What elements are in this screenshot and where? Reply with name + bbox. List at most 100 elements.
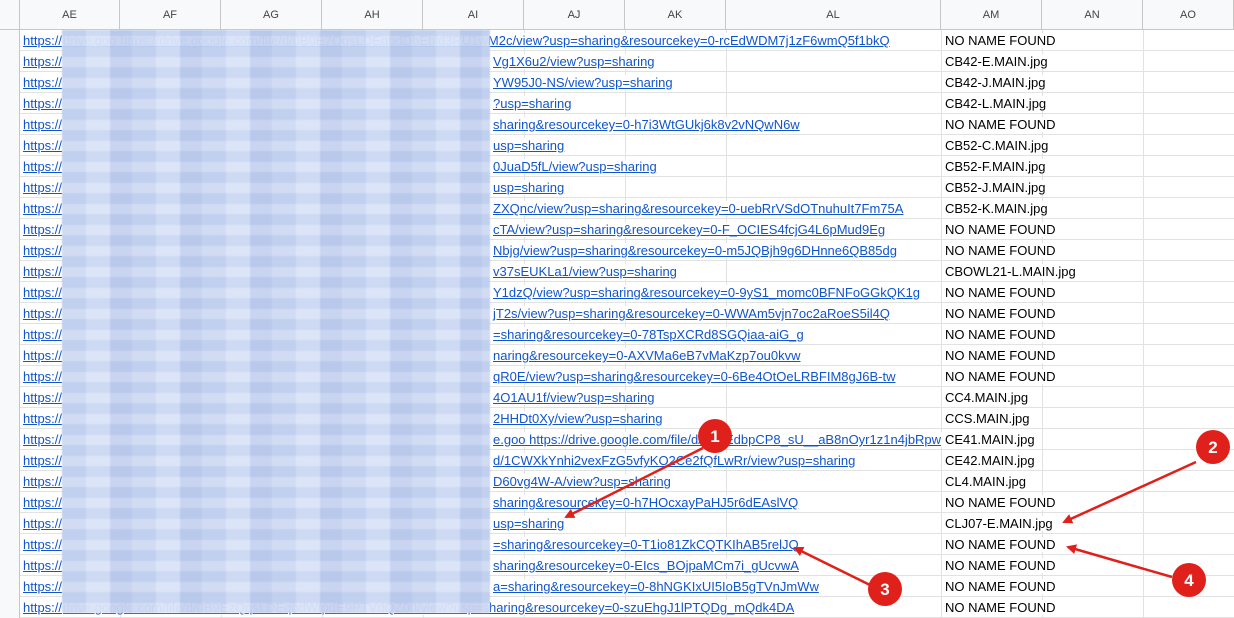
row-number-cell[interactable] — [0, 345, 20, 366]
column-header-ae[interactable]: AE — [20, 0, 120, 30]
row-number-cell[interactable] — [0, 324, 20, 345]
file-name-cell[interactable]: CB52-J.MAIN.jpg — [945, 180, 1050, 195]
drive-link-cell[interactable]: https:// — [23, 117, 62, 132]
column-header-aj[interactable]: AJ — [524, 0, 625, 30]
file-name-cell[interactable]: NO NAME FOUND — [945, 33, 1060, 48]
row-number-cell[interactable] — [0, 366, 20, 387]
drive-link-text[interactable]: Vg1X6u2/view?usp=sharing — [493, 54, 657, 69]
row-number-cell[interactable] — [0, 471, 20, 492]
row-number-cell[interactable] — [0, 135, 20, 156]
drive-link-cell[interactable]: https:// — [23, 54, 62, 69]
drive-link-text[interactable]: Nbjg/view?usp=sharing&resourcekey=0-m5JQ… — [493, 243, 899, 258]
drive-link-text[interactable]: 4O1AU1f/view?usp=sharing — [493, 390, 657, 405]
file-name-cell[interactable]: CLJ07-E.MAIN.jpg — [945, 516, 1057, 531]
drive-link-cell[interactable]: https:// — [23, 558, 62, 573]
drive-link-cell[interactable]: https:// — [23, 138, 62, 153]
file-name-cell[interactable]: CE42.MAIN.jpg — [945, 453, 1039, 468]
file-name-cell[interactable]: CL4.MAIN.jpg — [945, 474, 1030, 489]
drive-link-text[interactable]: e.goo https://drive.google.com/file/d/0B… — [493, 432, 944, 447]
drive-link-text[interactable]: YW95J0-NS/view?usp=sharing — [493, 75, 675, 90]
drive-link-text[interactable]: 0JuaD5fL/view?usp=sharing — [493, 159, 659, 174]
row-number-cell[interactable] — [0, 93, 20, 114]
column-header-ag[interactable]: AG — [221, 0, 322, 30]
row-number-cell[interactable] — [0, 240, 20, 261]
row-number-cell[interactable] — [0, 51, 20, 72]
row-number-cell[interactable] — [0, 555, 20, 576]
drive-link-cell[interactable]: https:// — [23, 285, 62, 300]
drive-link-cell[interactable]: https:// — [23, 327, 62, 342]
drive-link-cell[interactable]: https:// — [23, 348, 62, 363]
drive-link-cell[interactable]: https:// — [23, 537, 62, 552]
drive-link-cell[interactable]: https:// — [23, 222, 62, 237]
drive-link-cell[interactable]: https:// — [23, 33, 62, 48]
row-number-cell[interactable] — [0, 408, 20, 429]
column-header-af[interactable]: AF — [120, 0, 221, 30]
file-name-cell[interactable]: CB52-K.MAIN.jpg — [945, 201, 1052, 216]
drive-link-cell[interactable]: https:// — [23, 96, 62, 111]
file-name-cell[interactable]: CB52-F.MAIN.jpg — [945, 159, 1050, 174]
drive-link-cell[interactable]: https:// — [23, 432, 62, 447]
drive-link-text[interactable]: 2HHDt0Xy/view?usp=sharing — [493, 411, 665, 426]
file-name-cell[interactable]: NO NAME FOUND — [945, 285, 1060, 300]
row-number-cell[interactable] — [0, 387, 20, 408]
row-number-cell[interactable] — [0, 597, 20, 618]
drive-link-text[interactable]: v37sEUKLa1/view?usp=sharing — [493, 264, 679, 279]
file-name-cell[interactable]: NO NAME FOUND — [945, 537, 1060, 552]
file-name-cell[interactable]: CE41.MAIN.jpg — [945, 432, 1039, 447]
drive-link-cell[interactable]: https:// — [23, 264, 62, 279]
row-number-cell[interactable] — [0, 114, 20, 135]
file-name-cell[interactable]: NO NAME FOUND — [945, 306, 1060, 321]
row-number-cell[interactable] — [0, 303, 20, 324]
row-number-cell[interactable] — [0, 492, 20, 513]
drive-link-text[interactable]: cTA/view?usp=sharing&resourcekey=0-F_OCI… — [493, 222, 888, 237]
drive-link-cell[interactable]: https:// — [23, 579, 62, 594]
file-name-cell[interactable]: CB42-J.MAIN.jpg — [945, 75, 1050, 90]
file-name-cell[interactable]: CC4.MAIN.jpg — [945, 390, 1033, 405]
row-number-cell[interactable] — [0, 261, 20, 282]
drive-link-text[interactable]: usp=sharing — [493, 516, 567, 531]
file-name-cell[interactable]: CCS.MAIN.jpg — [945, 411, 1034, 426]
drive-link-text[interactable]: sharing&resourcekey=0-h7HOcxayPaHJ5r6dEA… — [493, 495, 801, 510]
drive-link-cell[interactable]: https:// — [23, 516, 62, 531]
drive-link-cell[interactable]: https:// — [23, 159, 62, 174]
row-number-cell[interactable] — [0, 513, 20, 534]
drive-link-cell[interactable]: https:// — [23, 495, 62, 510]
column-header-ai[interactable]: AI — [423, 0, 524, 30]
row-number-cell[interactable] — [0, 30, 20, 51]
row-number-cell[interactable] — [0, 282, 20, 303]
file-name-cell[interactable]: NO NAME FOUND — [945, 348, 1060, 363]
drive-link-text[interactable]: qR0E/view?usp=sharing&resourcekey=0-6Be4… — [493, 369, 898, 384]
drive-link-text[interactable]: D60vg4W-A/view?usp=sharing — [493, 474, 673, 489]
drive-link-cell[interactable]: https:// — [23, 180, 62, 195]
drive-link-text[interactable]: d/1CWXkYnhi2vexFzG5vfyKO2Ce2fQfLwRr/view… — [493, 453, 858, 468]
drive-link-cell[interactable]: https:// — [23, 243, 62, 258]
drive-link-text[interactable]: jT2s/view?usp=sharing&resourcekey=0-WWAm… — [493, 306, 892, 321]
file-name-cell[interactable]: NO NAME FOUND — [945, 117, 1060, 132]
row-number-cell[interactable] — [0, 576, 20, 597]
column-header-ao[interactable]: AO — [1143, 0, 1234, 30]
drive-link-text[interactable]: naring&resourcekey=0-AXVMa6eB7vMaKzp7ou0… — [493, 348, 803, 363]
drive-link-cell[interactable]: https:// — [23, 369, 62, 384]
drive-link-cell[interactable]: https:// — [23, 411, 62, 426]
drive-link-cell[interactable]: https:// — [23, 390, 62, 405]
row-number-cell[interactable] — [0, 177, 20, 198]
select-all-corner[interactable] — [0, 0, 20, 30]
row-number-cell[interactable] — [0, 198, 20, 219]
file-name-cell[interactable]: NO NAME FOUND — [945, 495, 1060, 510]
drive-link-text[interactable]: ZXQnc/view?usp=sharing&resourcekey=0-ueb… — [493, 201, 906, 216]
drive-link-text[interactable]: =sharing&resourcekey=0-T1io81ZkCQTKIhAB5… — [493, 537, 801, 552]
row-number-cell[interactable] — [0, 156, 20, 177]
drive-link-text[interactable]: sharing&resourcekey=0-h7i3WtGUkj6k8v2vNQ… — [493, 117, 802, 132]
drive-link-text[interactable]: usp=sharing — [493, 180, 567, 195]
file-name-cell[interactable]: CB42-E.MAIN.jpg — [945, 54, 1052, 69]
drive-link-text[interactable]: usp=sharing — [493, 138, 567, 153]
drive-link-cell[interactable]: https:// — [23, 75, 62, 90]
drive-link-text[interactable]: a=sharing&resourcekey=0-8hNGKIxUI5IoB5gT… — [493, 579, 821, 594]
file-name-cell[interactable]: CBOWL21-L.MAIN.jpg — [945, 264, 1080, 279]
row-number-cell[interactable] — [0, 534, 20, 555]
file-name-cell[interactable]: NO NAME FOUND — [945, 243, 1060, 258]
column-header-ak[interactable]: AK — [625, 0, 726, 30]
drive-link-text[interactable]: Y1dzQ/view?usp=sharing&resourcekey=0-9yS… — [493, 285, 923, 300]
row-number-cell[interactable] — [0, 450, 20, 471]
drive-link-text[interactable]: sharing&resourcekey=0-EIcs_BOjpaMCm7i_gU… — [493, 558, 801, 573]
